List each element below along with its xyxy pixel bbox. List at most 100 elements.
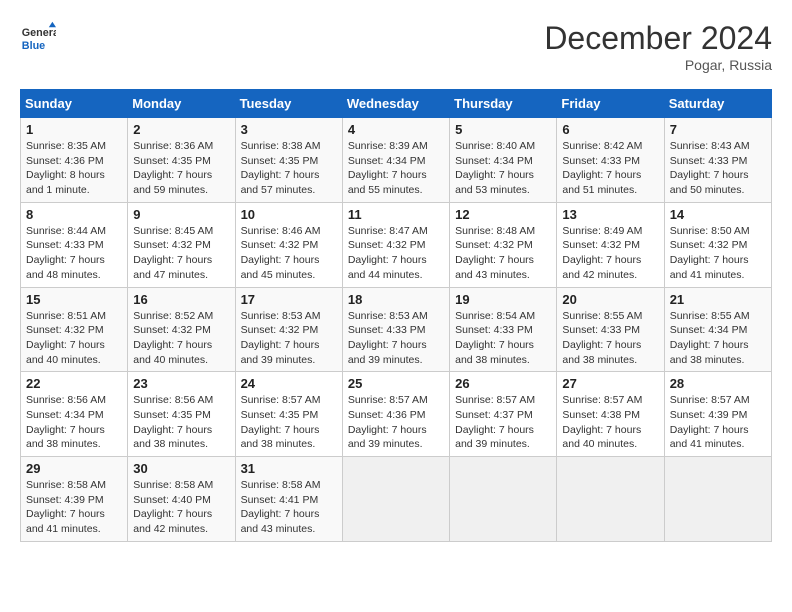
calendar-cell: 1 Sunrise: 8:35 AMSunset: 4:36 PMDaylight…	[21, 118, 128, 203]
calendar-cell	[557, 457, 664, 542]
calendar-cell: 6Sunrise: 8:42 AMSunset: 4:33 PMDaylight…	[557, 118, 664, 203]
calendar-cell: 28 Sunrise: 8:57 AMSunset: 4:39 PMDayligh…	[664, 372, 771, 457]
day-number: 21	[670, 292, 766, 307]
day-number: 14	[670, 207, 766, 222]
calendar-cell: 23 Sunrise: 8:56 AMSunset: 4:35 PMDayligh…	[128, 372, 235, 457]
day-number: 4	[348, 122, 444, 137]
calendar-cell: 24 Sunrise: 8:57 AMSunset: 4:35 PMDayligh…	[235, 372, 342, 457]
day-info: Sunrise: 8:40 AMSunset: 4:34 PMDaylight:…	[455, 139, 551, 198]
calendar-cell: 31 Sunrise: 8:58 AMSunset: 4:41 PMDayligh…	[235, 457, 342, 542]
calendar-cell: 19 Sunrise: 8:54 AMSunset: 4:33 PMDayligh…	[450, 287, 557, 372]
calendar-cell: 4 Sunrise: 8:39 AMSunset: 4:34 PMDaylight…	[342, 118, 449, 203]
calendar-cell: 22 Sunrise: 8:56 AMSunset: 4:34 PMDayligh…	[21, 372, 128, 457]
day-number: 23	[133, 376, 229, 391]
day-number: 2	[133, 122, 229, 137]
day-number: 26	[455, 376, 551, 391]
day-info: Sunrise: 8:58 AMSunset: 4:40 PMDaylight:…	[133, 478, 229, 537]
day-info: Sunrise: 8:58 AMSunset: 4:41 PMDaylight:…	[241, 478, 337, 537]
calendar-cell: 13 Sunrise: 8:49 AMSunset: 4:32 PMDayligh…	[557, 202, 664, 287]
day-info: Sunrise: 8:44 AMSunset: 4:33 PMDaylight:…	[26, 224, 122, 283]
day-number: 19	[455, 292, 551, 307]
calendar-cell: 10Sunrise: 8:46 AMSunset: 4:32 PMDayligh…	[235, 202, 342, 287]
day-header-wednesday: Wednesday	[342, 90, 449, 118]
day-header-saturday: Saturday	[664, 90, 771, 118]
calendar-cell: 27Sunrise: 8:57 AMSunset: 4:38 PMDayligh…	[557, 372, 664, 457]
day-number: 8	[26, 207, 122, 222]
calendar-cell: 16 Sunrise: 8:52 AMSunset: 4:32 PMDayligh…	[128, 287, 235, 372]
day-number: 25	[348, 376, 444, 391]
day-info: Sunrise: 8:45 AMSunset: 4:32 PMDaylight:…	[133, 224, 229, 283]
day-info: Sunrise: 8:56 AMSunset: 4:34 PMDaylight:…	[26, 393, 122, 452]
calendar-cell: 25 Sunrise: 8:57 AMSunset: 4:36 PMDayligh…	[342, 372, 449, 457]
day-number: 3	[241, 122, 337, 137]
day-number: 1	[26, 122, 122, 137]
day-info: Sunrise: 8:58 AMSunset: 4:39 PMDaylight:…	[26, 478, 122, 537]
day-info: Sunrise: 8:52 AMSunset: 4:32 PMDaylight:…	[133, 309, 229, 368]
logo-icon: General Blue	[20, 20, 56, 56]
day-header-friday: Friday	[557, 90, 664, 118]
calendar-week-5: 29 Sunrise: 8:58 AMSunset: 4:39 PMDayligh…	[21, 457, 772, 542]
calendar-cell: 12Sunrise: 8:48 AMSunset: 4:32 PMDayligh…	[450, 202, 557, 287]
calendar-cell: 17Sunrise: 8:53 AMSunset: 4:32 PMDayligh…	[235, 287, 342, 372]
day-info: Sunrise: 8:36 AMSunset: 4:35 PMDaylight:…	[133, 139, 229, 198]
calendar-week-3: 15Sunrise: 8:51 AMSunset: 4:32 PMDayligh…	[21, 287, 772, 372]
calendar-table: SundayMondayTuesdayWednesdayThursdayFrid…	[20, 89, 772, 542]
svg-text:Blue: Blue	[22, 40, 45, 52]
day-info: Sunrise: 8:56 AMSunset: 4:35 PMDaylight:…	[133, 393, 229, 452]
day-header-monday: Monday	[128, 90, 235, 118]
calendar-header-row: SundayMondayTuesdayWednesdayThursdayFrid…	[21, 90, 772, 118]
calendar-cell	[342, 457, 449, 542]
day-info: Sunrise: 8:57 AMSunset: 4:35 PMDaylight:…	[241, 393, 337, 452]
calendar-cell: 5 Sunrise: 8:40 AMSunset: 4:34 PMDaylight…	[450, 118, 557, 203]
day-number: 28	[670, 376, 766, 391]
day-number: 5	[455, 122, 551, 137]
page-subtitle: Pogar, Russia	[544, 57, 772, 73]
calendar-cell: 8 Sunrise: 8:44 AMSunset: 4:33 PMDaylight…	[21, 202, 128, 287]
calendar-week-2: 8 Sunrise: 8:44 AMSunset: 4:33 PMDaylight…	[21, 202, 772, 287]
day-number: 7	[670, 122, 766, 137]
day-info: Sunrise: 8:53 AMSunset: 4:33 PMDaylight:…	[348, 309, 444, 368]
day-number: 29	[26, 461, 122, 476]
calendar-cell	[664, 457, 771, 542]
calendar-cell	[450, 457, 557, 542]
calendar-cell: 11Sunrise: 8:47 AMSunset: 4:32 PMDayligh…	[342, 202, 449, 287]
calendar-week-4: 22 Sunrise: 8:56 AMSunset: 4:34 PMDayligh…	[21, 372, 772, 457]
calendar-cell: 21 Sunrise: 8:55 AMSunset: 4:34 PMDayligh…	[664, 287, 771, 372]
day-info: Sunrise: 8:57 AMSunset: 4:39 PMDaylight:…	[670, 393, 766, 452]
calendar-cell: 7 Sunrise: 8:43 AMSunset: 4:33 PMDaylight…	[664, 118, 771, 203]
day-info: Sunrise: 8:53 AMSunset: 4:32 PMDaylight:…	[241, 309, 337, 368]
day-info: Sunrise: 8:39 AMSunset: 4:34 PMDaylight:…	[348, 139, 444, 198]
day-info: Sunrise: 8:57 AMSunset: 4:37 PMDaylight:…	[455, 393, 551, 452]
day-info: Sunrise: 8:35 AMSunset: 4:36 PMDaylight:…	[26, 139, 122, 198]
day-info: Sunrise: 8:48 AMSunset: 4:32 PMDaylight:…	[455, 224, 551, 283]
calendar-cell: 18 Sunrise: 8:53 AMSunset: 4:33 PMDayligh…	[342, 287, 449, 372]
day-info: Sunrise: 8:50 AMSunset: 4:32 PMDaylight:…	[670, 224, 766, 283]
page-title: December 2024	[544, 20, 772, 57]
day-info: Sunrise: 8:49 AMSunset: 4:32 PMDaylight:…	[562, 224, 658, 283]
day-info: Sunrise: 8:57 AMSunset: 4:38 PMDaylight:…	[562, 393, 658, 452]
day-info: Sunrise: 8:55 AMSunset: 4:33 PMDaylight:…	[562, 309, 658, 368]
day-number: 18	[348, 292, 444, 307]
calendar-cell: 20Sunrise: 8:55 AMSunset: 4:33 PMDayligh…	[557, 287, 664, 372]
day-number: 30	[133, 461, 229, 476]
day-number: 24	[241, 376, 337, 391]
day-info: Sunrise: 8:47 AMSunset: 4:32 PMDaylight:…	[348, 224, 444, 283]
day-info: Sunrise: 8:54 AMSunset: 4:33 PMDaylight:…	[455, 309, 551, 368]
day-number: 16	[133, 292, 229, 307]
day-info: Sunrise: 8:43 AMSunset: 4:33 PMDaylight:…	[670, 139, 766, 198]
calendar-cell: 9Sunrise: 8:45 AMSunset: 4:32 PMDaylight…	[128, 202, 235, 287]
day-number: 15	[26, 292, 122, 307]
day-header-tuesday: Tuesday	[235, 90, 342, 118]
day-number: 31	[241, 461, 337, 476]
calendar-cell: 14 Sunrise: 8:50 AMSunset: 4:32 PMDayligh…	[664, 202, 771, 287]
calendar-week-1: 1 Sunrise: 8:35 AMSunset: 4:36 PMDaylight…	[21, 118, 772, 203]
logo: General Blue	[20, 20, 56, 56]
day-number: 22	[26, 376, 122, 391]
calendar-cell: 2 Sunrise: 8:36 AMSunset: 4:35 PMDaylight…	[128, 118, 235, 203]
day-info: Sunrise: 8:42 AMSunset: 4:33 PMDaylight:…	[562, 139, 658, 198]
day-number: 13	[562, 207, 658, 222]
calendar-cell: 30 Sunrise: 8:58 AMSunset: 4:40 PMDayligh…	[128, 457, 235, 542]
day-info: Sunrise: 8:57 AMSunset: 4:36 PMDaylight:…	[348, 393, 444, 452]
day-info: Sunrise: 8:38 AMSunset: 4:35 PMDaylight:…	[241, 139, 337, 198]
day-info: Sunrise: 8:55 AMSunset: 4:34 PMDaylight:…	[670, 309, 766, 368]
